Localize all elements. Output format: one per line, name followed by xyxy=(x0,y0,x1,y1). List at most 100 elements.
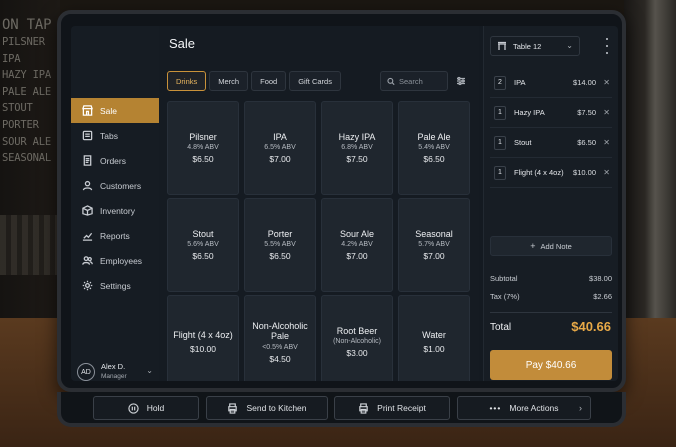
tab-merch[interactable]: Merch xyxy=(209,71,249,91)
background-bottles xyxy=(0,215,62,275)
product-name: Hazy IPA xyxy=(338,131,376,142)
tab-gift-cards[interactable]: Gift Cards xyxy=(289,71,341,91)
order-line[interactable]: 1 Hazy IPA $7.50 ✕ xyxy=(490,98,612,128)
add-note-label: Add Note xyxy=(540,241,572,251)
chevron-down-icon: ⌄ xyxy=(146,366,153,375)
board-line: IPA xyxy=(2,52,21,65)
table-selector[interactable]: Table 12 ⌄ xyxy=(490,36,580,56)
search-box xyxy=(380,71,448,91)
product-price: $10.00 xyxy=(190,343,216,354)
product-card-flight[interactable]: Flight (4 x 4oz) $10.00 xyxy=(167,295,239,381)
avatar: AD xyxy=(77,363,95,381)
sidebar-item-label: Employees xyxy=(100,255,143,266)
product-name: Pale Ale xyxy=(417,131,451,142)
order-line[interactable]: 2 IPA $14.00 ✕ xyxy=(490,68,612,98)
board-line: ON TAP xyxy=(2,17,52,33)
order-line[interactable]: 1 Flight (4 x 4oz) $10.00 ✕ xyxy=(490,158,612,188)
product-price: $7.50 xyxy=(346,154,368,165)
user-info: Alex D. Manager xyxy=(101,362,127,381)
sidebar-item-employees[interactable]: Employees xyxy=(71,248,159,273)
line-price: $7.50 xyxy=(577,108,596,117)
plus-icon: + xyxy=(530,241,536,251)
sidebar-item-label: Settings xyxy=(100,280,131,291)
print-receipt-label: Print Receipt xyxy=(377,403,426,413)
product-abv: 5.5% ABV xyxy=(264,241,296,249)
pos-screen: Sale Tabs Orders Customers Inventory Rep… xyxy=(71,26,618,381)
sidebar-item-label: Inventory xyxy=(100,205,135,216)
product-price: $7.00 xyxy=(423,251,445,262)
print-receipt-button[interactable]: Print Receipt xyxy=(334,396,450,420)
product-name: IPA xyxy=(273,131,287,142)
sidebar-item-label: Customers xyxy=(100,180,142,191)
more-actions-label: More Actions xyxy=(509,403,559,413)
add-note-button[interactable]: + Add Note xyxy=(490,236,612,256)
product-abv: 4.8% ABV xyxy=(187,144,219,152)
product-card-sour-ale[interactable]: Sour Ale 4.2% ABV $7.00 xyxy=(321,198,393,292)
remove-icon[interactable]: ✕ xyxy=(603,108,610,117)
product-abv: 5.6% ABV xyxy=(187,241,219,249)
sidebar-item-sale[interactable]: Sale xyxy=(71,98,159,123)
filter-button[interactable] xyxy=(451,71,471,91)
line-quantity[interactable]: 1 xyxy=(494,165,506,180)
product-price: $6.50 xyxy=(269,251,291,262)
customers-icon xyxy=(81,180,93,192)
sidebar-item-orders[interactable]: Orders xyxy=(71,148,159,173)
remove-icon[interactable]: ✕ xyxy=(603,168,610,177)
product-card-pilsner[interactable]: Pilsner 4.8% ABV $6.50 xyxy=(167,101,239,195)
sidebar-item-reports[interactable]: Reports xyxy=(71,223,159,248)
product-card-ipa[interactable]: IPA 6.5% ABV $7.00 xyxy=(244,101,316,195)
reports-icon xyxy=(81,230,93,242)
more-options-icon[interactable] xyxy=(602,38,612,54)
line-quantity[interactable]: 1 xyxy=(494,105,506,120)
sidebar-item-settings[interactable]: Settings xyxy=(71,273,159,298)
board-line: HAZY IPA xyxy=(2,69,51,82)
line-quantity[interactable]: 1 xyxy=(494,135,506,150)
product-card-hazy-ipa[interactable]: Hazy IPA 6.8% ABV $7.50 xyxy=(321,101,393,195)
subtotal-row: Subtotal $38.00 xyxy=(490,274,612,283)
sidebar-item-inventory[interactable]: Inventory xyxy=(71,198,159,223)
product-card-porter[interactable]: Porter 5.5% ABV $6.50 xyxy=(244,198,316,292)
product-name: Seasonal xyxy=(415,228,453,239)
sidebar-item-tabs[interactable]: Tabs xyxy=(71,123,159,148)
sidebar-item-label: Orders xyxy=(100,155,126,166)
product-card-pale-ale[interactable]: Pale Ale 5.4% ABV $6.50 xyxy=(398,101,470,195)
product-card-water[interactable]: Water $1.00 xyxy=(398,295,470,381)
tab-drinks[interactable]: Drinks xyxy=(167,71,207,91)
product-name: Sour Ale xyxy=(339,228,375,239)
product-price: $6.50 xyxy=(192,251,214,262)
sidebar-item-customers[interactable]: Customers xyxy=(71,173,159,198)
action-bar: Hold Send to Kitchen Print Receipt ••• M… xyxy=(57,392,626,427)
product-grid: Pilsner 4.8% ABV $6.50 IPA 6.5% ABV $7.0… xyxy=(167,101,472,381)
hold-button[interactable]: Hold xyxy=(93,396,199,420)
sidebar-item-label: Sale xyxy=(100,105,118,116)
product-card-root-beer[interactable]: Root Beer (Non-Alcoholic) $3.00 xyxy=(321,295,393,381)
more-horizontal-icon: ••• xyxy=(489,403,502,413)
search-input[interactable] xyxy=(399,76,447,86)
board-line: PALE ALE xyxy=(2,85,51,98)
order-panel: Table 12 ⌄ 2 IPA $14.00 ✕ 1 Hazy IPA $7.… xyxy=(483,26,618,381)
category-tabs: Drinks Merch Food Gift Cards xyxy=(167,71,341,91)
product-card-seasonal[interactable]: Seasonal 5.7% ABV $7.00 xyxy=(398,198,470,292)
product-abv: <0.5% ABV xyxy=(262,343,298,351)
line-quantity[interactable]: 2 xyxy=(494,75,506,90)
order-line[interactable]: 1 Stout $6.50 ✕ xyxy=(490,128,612,158)
line-item: Flight (4 x 4oz) xyxy=(514,168,564,177)
line-price: $14.00 xyxy=(573,78,596,87)
send-to-kitchen-button[interactable]: Send to Kitchen xyxy=(206,396,328,420)
order-lines: 2 IPA $14.00 ✕ 1 Hazy IPA $7.50 ✕ 1 Stou… xyxy=(490,68,612,188)
user-menu[interactable]: AD Alex D. Manager ⌄ xyxy=(77,360,157,381)
tab-food[interactable]: Food xyxy=(251,71,287,91)
board-line: PORTER xyxy=(2,118,39,131)
remove-icon[interactable]: ✕ xyxy=(603,78,610,87)
product-card-non-alcoholic-pale[interactable]: Non-Alcoholic Pale <0.5% ABV $4.50 xyxy=(244,295,316,381)
chalkboard-menu: ON TAP PILSNER IPA HAZY IPA PALE ALE STO… xyxy=(2,16,54,191)
sidebar: Sale Tabs Orders Customers Inventory Rep… xyxy=(71,26,159,381)
more-actions-button[interactable]: ••• More Actions › xyxy=(457,396,591,420)
board-line: STOUT xyxy=(2,102,33,115)
search-icon xyxy=(387,77,395,85)
product-card-stout[interactable]: Stout 5.6% ABV $6.50 xyxy=(167,198,239,292)
product-price: $6.50 xyxy=(423,154,445,165)
pay-button[interactable]: Pay $40.66 xyxy=(490,350,612,380)
sidebar-item-label: Tabs xyxy=(100,130,118,141)
remove-icon[interactable]: ✕ xyxy=(603,138,610,147)
